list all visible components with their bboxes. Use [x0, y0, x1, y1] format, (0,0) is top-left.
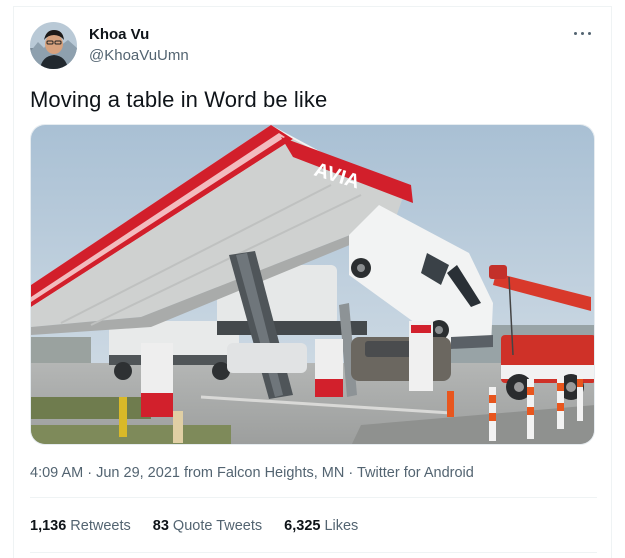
timestamp-date[interactable]: Jun 29, 2021 [96, 465, 180, 481]
meta-separator: · [344, 465, 357, 481]
avatar-image [30, 22, 77, 69]
tweet-card: Khoa Vu @KhoaVuUmn Moving a table in Wor… [13, 6, 612, 558]
retweets-label: Retweets [70, 518, 131, 534]
tweet-stats: 1,136 Retweets 83 Quote Tweets 6,325 Likes [30, 518, 376, 534]
meta-from-label: from [179, 465, 218, 481]
likes-count: 6,325 [284, 518, 321, 534]
tweet-header: Khoa Vu @KhoaVuUmn [30, 22, 595, 72]
timestamp-time[interactable]: 4:09 AM [30, 465, 83, 481]
retweets-count: 1,136 [30, 518, 67, 534]
tweet-source[interactable]: Twitter for Android [357, 465, 474, 481]
divider [30, 552, 597, 553]
likes-label: Likes [324, 518, 359, 534]
avatar[interactable] [30, 22, 77, 69]
meta-separator: · [83, 465, 97, 481]
quote-tweets-count: 83 [152, 518, 169, 534]
author-display-name[interactable]: Khoa Vu [89, 26, 149, 43]
tweet-text: Moving a table in Word be like [30, 87, 328, 112]
author-handle[interactable]: @KhoaVuUmn [89, 47, 189, 64]
likes-stat[interactable]: 6,325 Likes [284, 518, 358, 534]
retweets-stat[interactable]: 1,136 Retweets [30, 518, 131, 534]
divider [30, 497, 597, 498]
quote-tweets-label: Quote Tweets [172, 518, 263, 534]
quote-tweets-stat[interactable]: 83 Quote Tweets [153, 518, 262, 534]
more-horizontal-icon[interactable] [571, 26, 595, 42]
tweet-location[interactable]: Falcon Heights, MN [217, 465, 344, 481]
tweet-meta: 4:09 AM · Jun 29, 2021 from Falcon Heigh… [30, 465, 474, 481]
tweet-photo[interactable]: AVIA [30, 124, 595, 445]
gas-station-photo: AVIA [31, 125, 594, 444]
